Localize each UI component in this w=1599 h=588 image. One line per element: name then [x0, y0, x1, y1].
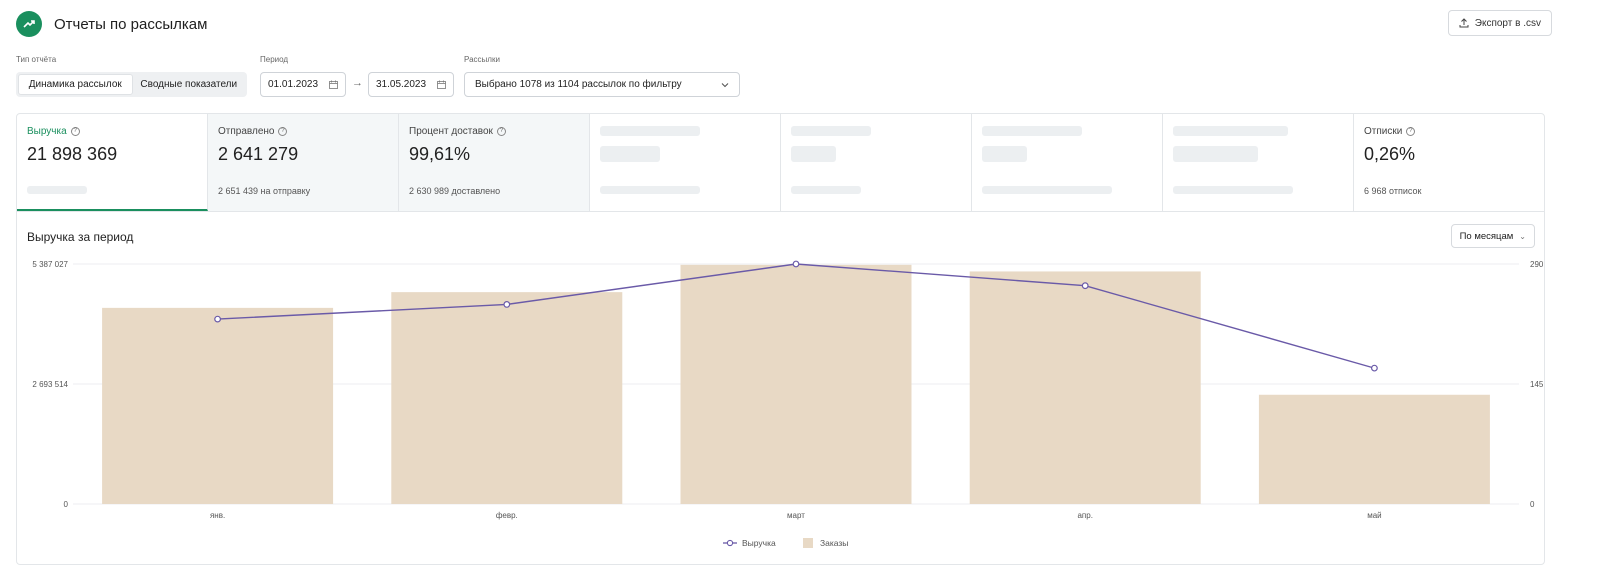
- calendar-icon: [329, 80, 338, 89]
- upload-icon: [1459, 18, 1469, 28]
- export-csv-button[interactable]: Экспорт в .csv: [1447, 10, 1552, 36]
- report-type-summary[interactable]: Сводные показатели: [133, 74, 246, 95]
- date-from-value: 01.01.2023: [268, 79, 319, 90]
- date-to-input[interactable]: 31.05.2023: [368, 72, 454, 97]
- bar-orders: [391, 292, 623, 504]
- revenue-chart: 5 387 027 290 2 693 514 145 0 0 янв. февр. март а…: [32, 260, 1544, 548]
- x-tick-label: март: [787, 511, 805, 520]
- right-tick-label: 0: [1530, 500, 1535, 509]
- bar-orders: [680, 264, 912, 504]
- right-tick-label: 145: [1530, 380, 1544, 389]
- date-from-input[interactable]: 01.01.2023: [260, 72, 346, 97]
- x-tick-label: апр.: [1077, 511, 1092, 520]
- export-label: Экспорт в .csv: [1474, 17, 1541, 29]
- legend-revenue-label: Выручка: [742, 538, 776, 548]
- chevron-down-icon: [721, 82, 729, 87]
- page-title: Отчеты по рассылкам: [54, 15, 208, 33]
- bar-orders: [1258, 394, 1490, 504]
- period-label: Период: [260, 55, 289, 64]
- left-tick-label: 2 693 514: [32, 380, 68, 389]
- x-tick-label: февр.: [496, 511, 518, 520]
- mailings-select[interactable]: Выбрано 1078 из 1104 рассылок по фильтру: [464, 72, 740, 97]
- date-to-value: 31.05.2023: [376, 79, 427, 90]
- mailings-label: Рассылки: [464, 55, 500, 64]
- calendar-icon: [437, 80, 446, 89]
- point-revenue: [792, 260, 800, 268]
- arrow-right-icon: →: [352, 77, 363, 89]
- legend-revenue-marker: [726, 539, 734, 547]
- bar-orders: [102, 307, 334, 504]
- trend-up-icon: [16, 11, 42, 37]
- legend-orders-swatch: [803, 538, 813, 548]
- filters-bar: Тип отчёта Динамика рассылок Сводные пок…: [16, 55, 1559, 99]
- legend-orders-label: Заказы: [820, 538, 848, 548]
- left-tick-label: 5 387 027: [32, 260, 68, 269]
- report-type-label: Тип отчёта: [16, 55, 57, 64]
- mailings-selected-value: Выбрано 1078 из 1104 рассылок по фильтру: [475, 79, 682, 90]
- page-header: Отчеты по рассылкам Экспорт в .csv: [16, 10, 1559, 38]
- report-card: Выручка? 21 898 369 Отправлено? 2 641 27…: [16, 113, 1545, 565]
- left-tick-label: 0: [64, 500, 69, 509]
- right-tick-label: 290: [1530, 260, 1544, 269]
- point-revenue: [214, 315, 222, 323]
- bar-orders: [969, 271, 1201, 504]
- point-revenue: [503, 301, 511, 308]
- point-revenue: [1081, 282, 1089, 290]
- x-tick-label: май: [1367, 511, 1381, 520]
- report-type-dynamics[interactable]: Динамика рассылок: [18, 74, 133, 95]
- report-type-toggle: Динамика рассылок Сводные показатели: [16, 72, 247, 97]
- x-tick-label: янв.: [210, 511, 225, 520]
- point-revenue: [1370, 364, 1378, 372]
